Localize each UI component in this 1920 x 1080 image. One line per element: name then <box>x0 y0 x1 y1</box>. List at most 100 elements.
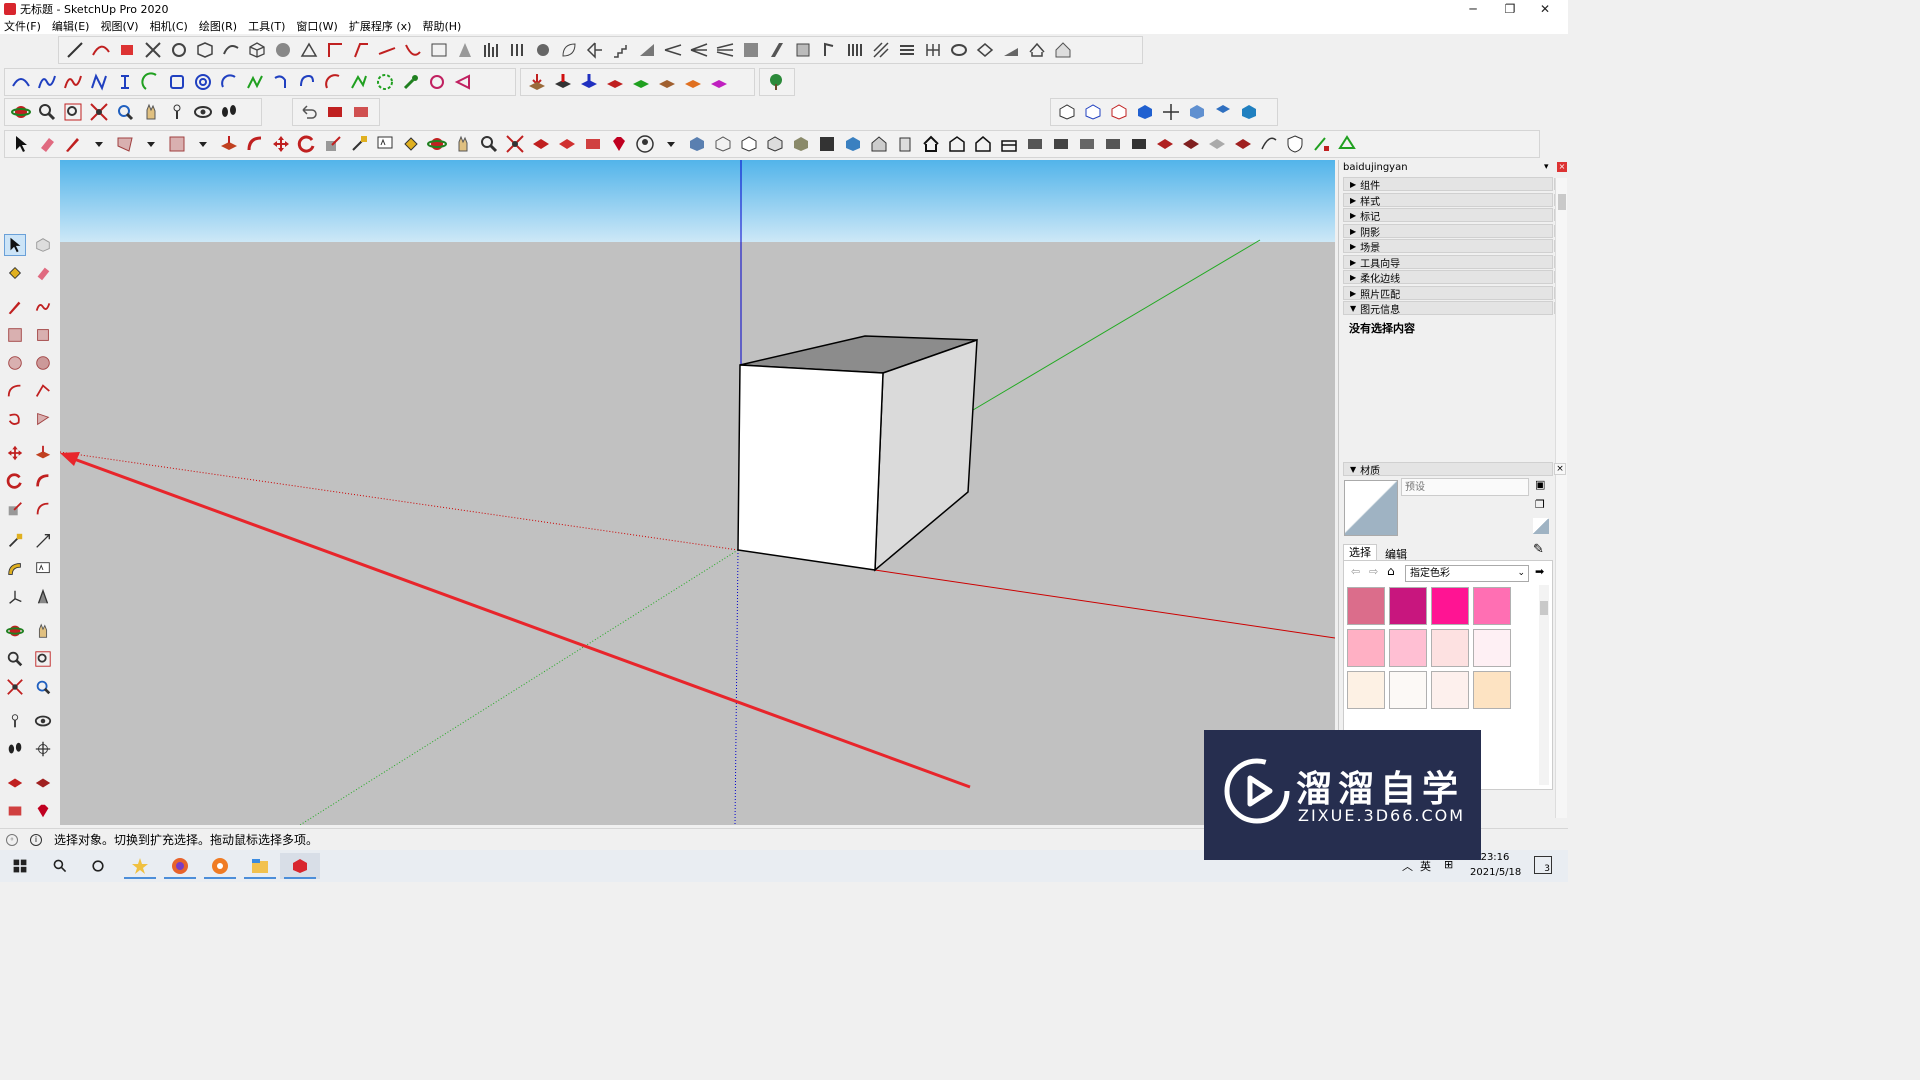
rectangle-tool-icon[interactable] <box>166 133 188 155</box>
info-icon[interactable]: i <box>30 833 42 846</box>
arc-curve-icon[interactable] <box>10 71 32 93</box>
material-name-field[interactable] <box>1401 478 1529 496</box>
polygon-tool-icon[interactable] <box>32 352 54 374</box>
panel-soften-edges[interactable]: ▶柔化边线× <box>1343 270 1566 285</box>
two-point-arc-tool-icon[interactable] <box>32 380 54 402</box>
modeling-viewport[interactable] <box>60 160 1335 825</box>
table-tool-icon[interactable] <box>428 39 450 61</box>
shaded-icon[interactable] <box>1134 101 1156 123</box>
style-wireframe-icon[interactable] <box>712 133 734 155</box>
orbit-icon[interactable] <box>10 101 32 123</box>
zoom-extents-tool-icon[interactable] <box>4 676 26 698</box>
pushpull-v-icon[interactable] <box>630 71 652 93</box>
ext-red-1-icon[interactable] <box>1154 133 1176 155</box>
solid-subtract-icon[interactable] <box>1076 133 1098 155</box>
task-view-icon[interactable] <box>78 853 118 879</box>
forward-arrow-icon[interactable]: ⇨ <box>1369 565 1378 578</box>
section-plane-icon[interactable] <box>324 101 346 123</box>
close-button[interactable]: ✕ <box>1522 0 1568 18</box>
scale-icon[interactable] <box>322 133 344 155</box>
i-curve-icon[interactable] <box>114 71 136 93</box>
move-tool-icon[interactable] <box>4 442 26 464</box>
menu-extensions[interactable]: 扩展程序 (x) <box>349 18 412 34</box>
ext-red-2-icon[interactable] <box>1180 133 1202 155</box>
angle-tool-icon[interactable] <box>350 39 372 61</box>
material-swatch[interactable] <box>1347 587 1385 625</box>
paint-brush-icon[interactable] <box>1310 133 1332 155</box>
offset-tool-icon[interactable] <box>376 39 398 61</box>
box-side-face[interactable] <box>874 338 978 572</box>
share-model-icon[interactable] <box>582 133 604 155</box>
layers-tool-icon[interactable] <box>896 39 918 61</box>
solid-split-icon[interactable] <box>1128 133 1150 155</box>
window-tool-icon[interactable] <box>792 39 814 61</box>
menu-help[interactable]: 帮助(H) <box>422 18 461 34</box>
leaf-tool-icon[interactable] <box>558 39 580 61</box>
panel-instructor[interactable]: ▶工具向导× <box>1343 255 1566 270</box>
hook-icon[interactable] <box>270 71 292 93</box>
text-tool-icon[interactable] <box>374 133 396 155</box>
house-side-icon[interactable] <box>894 133 916 155</box>
material-swatch[interactable] <box>1473 671 1511 709</box>
pan-tool-icon[interactable] <box>32 620 54 642</box>
house-iso-icon[interactable] <box>868 133 890 155</box>
pin-icon[interactable]: ▾ <box>1544 162 1549 172</box>
zoom-tool-icon[interactable] <box>478 133 500 155</box>
search-icon[interactable] <box>40 853 80 879</box>
component-tool-icon[interactable] <box>32 234 54 256</box>
text-tool-icon[interactable] <box>32 558 54 580</box>
back-edges-icon[interactable] <box>1082 101 1104 123</box>
pushpull-n-icon[interactable] <box>656 71 678 93</box>
line-tool-icon[interactable] <box>4 296 26 318</box>
front-view-icon[interactable] <box>1238 101 1260 123</box>
trim-tool-icon[interactable] <box>142 39 164 61</box>
fan-tool-icon[interactable] <box>714 39 736 61</box>
follow-me-icon[interactable] <box>244 133 266 155</box>
panel-materials[interactable]: ▼ 材质 × <box>1343 462 1566 477</box>
pushpull-r-icon[interactable] <box>604 71 626 93</box>
file-explorer-icon[interactable] <box>240 853 280 879</box>
hatch-tool-icon[interactable] <box>870 39 892 61</box>
pushpull-x-icon[interactable] <box>682 71 704 93</box>
corner-tool-icon[interactable] <box>324 39 346 61</box>
columns-tool-icon[interactable] <box>506 39 528 61</box>
pencil-icon[interactable] <box>62 133 84 155</box>
pushpull-blue-icon[interactable] <box>578 71 600 93</box>
spiral-icon[interactable] <box>192 71 214 93</box>
pan-icon[interactable] <box>140 101 162 123</box>
axes-tool-icon[interactable] <box>4 586 26 608</box>
tray-chevron-up-icon[interactable]: ︿ <box>1402 858 1413 874</box>
wrench-icon[interactable] <box>400 71 422 93</box>
rotate-icon[interactable] <box>296 133 318 155</box>
look-around-tool-icon[interactable] <box>32 710 54 732</box>
hand-tool-icon[interactable] <box>532 39 554 61</box>
home-icon[interactable]: ⌂ <box>1387 564 1395 578</box>
panel-shadows[interactable]: ▶阴影× <box>1343 224 1566 239</box>
extrude-tool-icon[interactable] <box>298 39 320 61</box>
undo-icon[interactable] <box>298 101 320 123</box>
rings-tool-icon[interactable] <box>948 39 970 61</box>
look-around-icon[interactable] <box>192 101 214 123</box>
account-icon[interactable] <box>634 133 656 155</box>
geometry-icon[interactable] <box>1336 133 1358 155</box>
offset-tool-icon[interactable] <box>32 498 54 520</box>
pushpull-f-icon[interactable] <box>708 71 730 93</box>
orbit-tool-icon[interactable] <box>4 620 26 642</box>
menu-file[interactable]: 文件(F) <box>4 18 41 34</box>
dimension-tool-icon[interactable] <box>32 530 54 552</box>
arc-blue-icon[interactable] <box>218 71 240 93</box>
shape-tool-icon[interactable] <box>194 39 216 61</box>
panel-styles[interactable]: ▶样式× <box>1343 193 1566 208</box>
hidden-line-icon[interactable] <box>1108 101 1130 123</box>
walk-tool-icon[interactable] <box>4 738 26 760</box>
dropdown-arrow-icon[interactable] <box>88 133 110 155</box>
eyedropper-icon[interactable]: ✎ <box>1533 542 1544 557</box>
arc-green-icon[interactable] <box>140 71 162 93</box>
arc-red-icon[interactable] <box>322 71 344 93</box>
materials-scrollbar[interactable] <box>1539 585 1549 785</box>
stairs-tool-icon[interactable] <box>610 39 632 61</box>
menu-camera[interactable]: 相机(C) <box>150 18 188 34</box>
paint-tool-icon[interactable] <box>116 39 138 61</box>
share-model-tool-icon[interactable] <box>4 800 26 822</box>
windows-start-icon[interactable] <box>0 853 40 879</box>
